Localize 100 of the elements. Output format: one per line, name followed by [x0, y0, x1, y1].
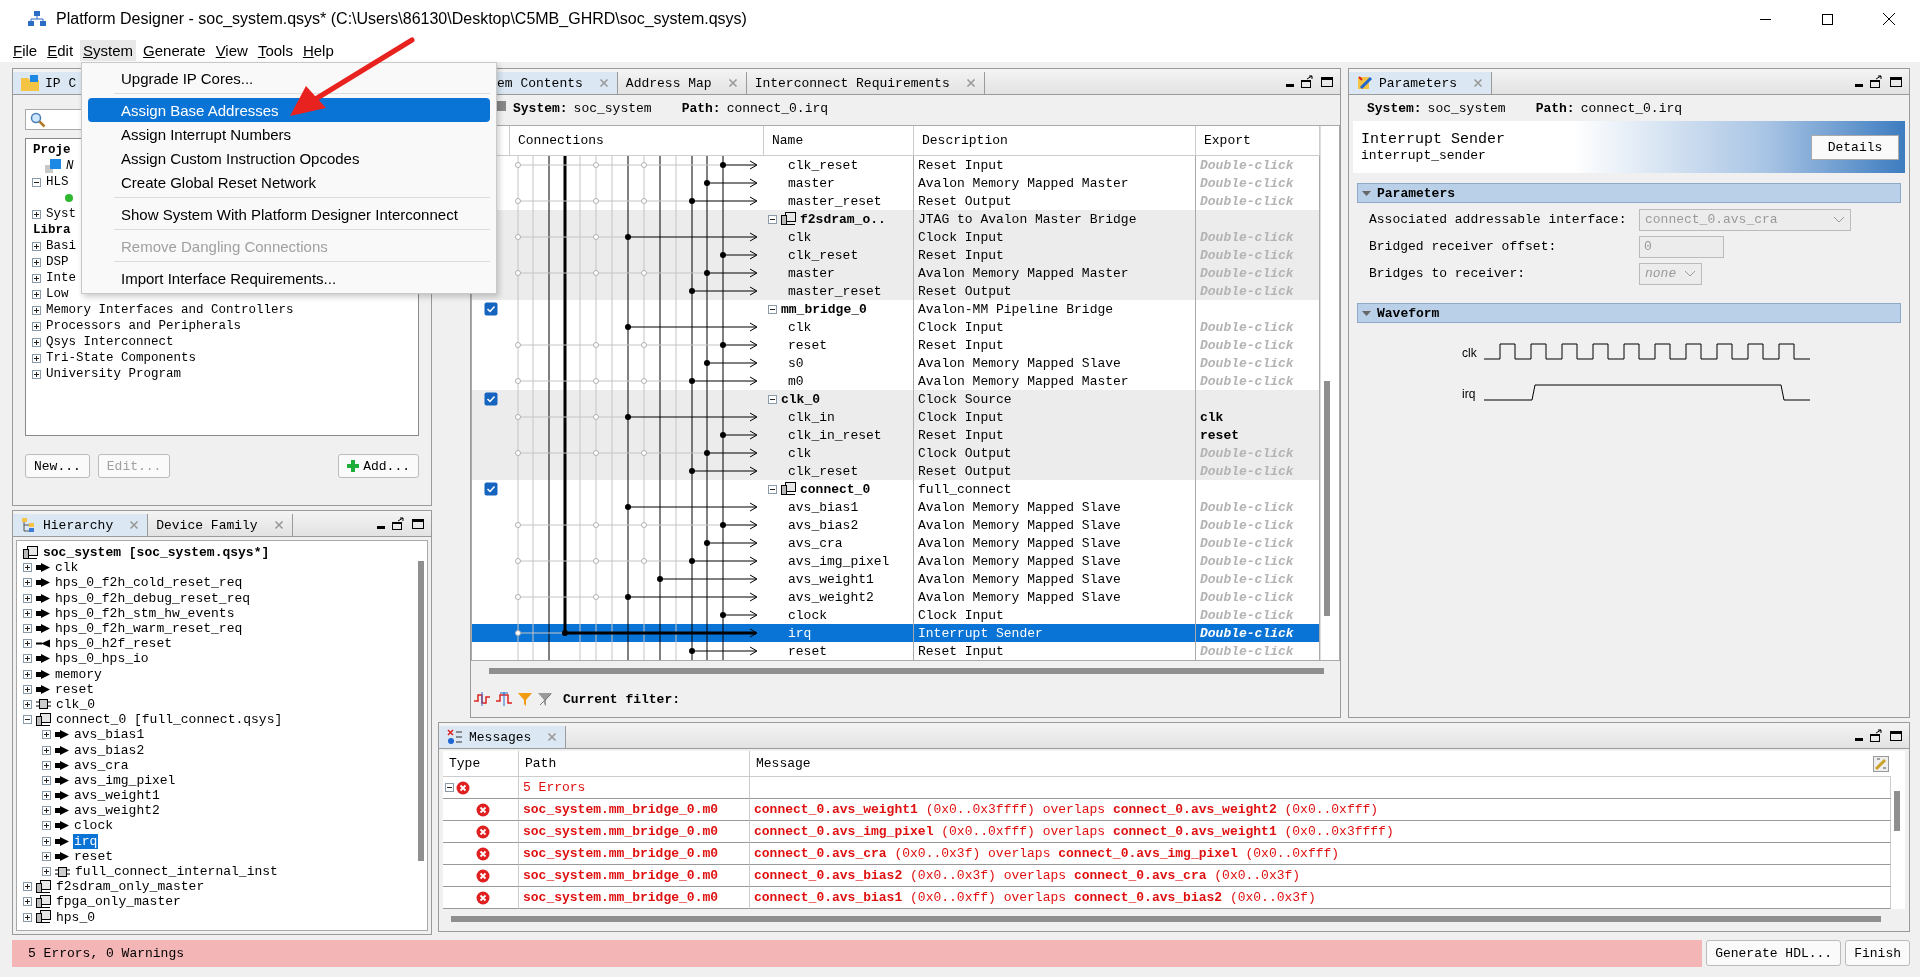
expand-icon[interactable] — [23, 684, 32, 694]
tree-item[interactable]: f2sdram_only_master — [55, 879, 206, 895]
expand-icon[interactable] — [23, 654, 32, 664]
export-cell[interactable]: clk — [1196, 408, 1320, 426]
expand-icon[interactable] — [32, 369, 41, 379]
popout-icon[interactable] — [1300, 75, 1314, 89]
checkbox[interactable] — [484, 392, 498, 406]
popout-icon[interactable] — [391, 517, 405, 531]
tree-item[interactable]: connect_0 [full_connect.qsys] — [55, 712, 284, 728]
tree-item[interactable]: Low — [45, 286, 70, 302]
collapse-icon[interactable] — [768, 214, 777, 224]
tree-item[interactable]: avs_weight1 — [73, 788, 161, 804]
button[interactable]: Finish — [1845, 940, 1910, 966]
collapse-icon[interactable] — [768, 304, 777, 314]
checkbox[interactable] — [484, 482, 498, 496]
tree-item[interactable]: avs_bias2 — [73, 742, 146, 758]
expand-icon[interactable] — [23, 699, 32, 709]
expand-icon[interactable] — [42, 745, 51, 755]
tab[interactable]: Hierarchy — [13, 514, 149, 536]
collapse-icon[interactable] — [768, 394, 777, 404]
maximize-icon[interactable] — [1889, 76, 1903, 88]
menu-item[interactable]: Import Interface Requirements... — [88, 266, 490, 290]
port-name[interactable]: avs_bias2 — [764, 516, 914, 534]
tree-item[interactable]: hps_0 — [55, 909, 96, 925]
port-name[interactable]: clk_reset — [764, 246, 914, 264]
expand-icon[interactable] — [32, 321, 41, 331]
expand-icon[interactable] — [32, 257, 41, 267]
connections-drawing[interactable] — [510, 156, 764, 660]
port-name[interactable]: master — [764, 174, 914, 192]
table-settings-icon[interactable] — [1873, 755, 1889, 772]
checkbox[interactable] — [484, 302, 498, 316]
export-cell[interactable]: reset — [1196, 426, 1320, 444]
port-name[interactable]: clk_in — [764, 408, 914, 426]
filter-icon[interactable] — [537, 691, 553, 707]
tree-item[interactable]: avs_bias1 — [73, 727, 146, 743]
port-name[interactable]: clk — [764, 228, 914, 246]
menu-item[interactable]: Assign Base Addresses — [88, 98, 490, 122]
menu-item[interactable]: Show System With Platform Designer Interconnect — [88, 202, 490, 226]
expand-icon[interactable] — [23, 624, 32, 634]
tab[interactable]: Interconnect Requirements — [746, 72, 985, 94]
expand-icon[interactable] — [23, 897, 32, 907]
menu-item[interactable]: Assign Custom Instruction Opcodes — [88, 146, 490, 170]
tree-item[interactable]: clk_0 — [55, 696, 96, 712]
port-name[interactable]: avs_weight2 — [764, 588, 914, 606]
tree-item[interactable]: avs_cra — [73, 757, 130, 773]
expand-icon[interactable] — [23, 608, 32, 618]
tree-item[interactable]: full_connect_internal_inst — [74, 864, 279, 880]
tree-item[interactable]: Syst — [45, 206, 77, 222]
tree-item[interactable]: fpga_only_master — [55, 894, 182, 910]
expand-icon[interactable] — [32, 273, 41, 283]
port-name[interactable]: reset — [764, 642, 914, 660]
tree-item[interactable]: hps_0_f2h_stm_hw_events — [54, 605, 236, 621]
tab[interactable]: Messages — [439, 726, 567, 748]
port-name[interactable]: avs_cra — [764, 534, 914, 552]
maximize-icon[interactable] — [1889, 730, 1903, 742]
tree-item[interactable]: Qsys Interconnect — [45, 334, 175, 350]
component-name[interactable]: connect_0 — [800, 481, 871, 497]
signal-icon[interactable] — [473, 691, 491, 707]
port-name[interactable]: s0 — [764, 354, 914, 372]
menu-item[interactable]: Generate — [140, 39, 209, 61]
tree-item[interactable]: reset — [73, 848, 114, 864]
tree-item[interactable]: reset — [54, 681, 95, 697]
button[interactable]: Generate HDL... — [1706, 940, 1842, 966]
menu-item[interactable]: File — [10, 39, 41, 61]
expand-icon[interactable] — [23, 593, 32, 603]
expand-icon[interactable] — [42, 851, 51, 861]
tree-item[interactable]: Inte — [45, 270, 77, 286]
column-header[interactable]: Message — [756, 756, 811, 771]
expand-icon[interactable] — [32, 337, 41, 347]
scrollbar[interactable] — [489, 665, 1324, 677]
tree-item[interactable]: Memory Interfaces and Controllers — [45, 302, 295, 318]
port-name[interactable]: reset — [764, 336, 914, 354]
port-name[interactable]: clk — [764, 318, 914, 336]
port-name[interactable]: master — [764, 264, 914, 282]
collapse-icon[interactable] — [23, 715, 32, 725]
tree-item[interactable]: clock — [73, 818, 114, 834]
port-name[interactable]: master_reset — [764, 282, 914, 300]
port-name[interactable]: clk_in_reset — [764, 426, 914, 444]
collapse-icon[interactable] — [768, 484, 777, 494]
port-name[interactable]: avs_bias1 — [764, 498, 914, 516]
expand-icon[interactable] — [23, 639, 32, 649]
expand-icon[interactable] — [42, 791, 51, 801]
menu-item[interactable]: Assign Interrupt Numbers — [88, 122, 490, 146]
tree-item[interactable]: clk — [54, 560, 80, 576]
menu-item[interactable]: Edit — [44, 39, 77, 61]
port-name[interactable]: clk — [764, 444, 914, 462]
popout-icon[interactable] — [1869, 75, 1883, 89]
column-header[interactable]: Description — [914, 126, 1196, 156]
tab[interactable]: Address Map — [617, 72, 747, 94]
tree-item[interactable]: hps_0_h2f_reset — [54, 636, 174, 652]
column-header[interactable]: Name — [764, 126, 914, 156]
menu-item[interactable]: Help — [299, 39, 337, 61]
tree-item[interactable]: memory — [54, 666, 103, 682]
tree-item[interactable]: hps_0_f2h_warm_reset_req — [54, 621, 244, 637]
popout-icon[interactable] — [1869, 729, 1883, 743]
expand-icon[interactable] — [42, 760, 51, 770]
menu-item[interactable]: Tools — [254, 39, 296, 61]
column-header[interactable]: Path — [519, 751, 750, 777]
component-name[interactable]: mm_bridge_0 — [781, 301, 867, 317]
expand-icon[interactable] — [32, 209, 41, 219]
